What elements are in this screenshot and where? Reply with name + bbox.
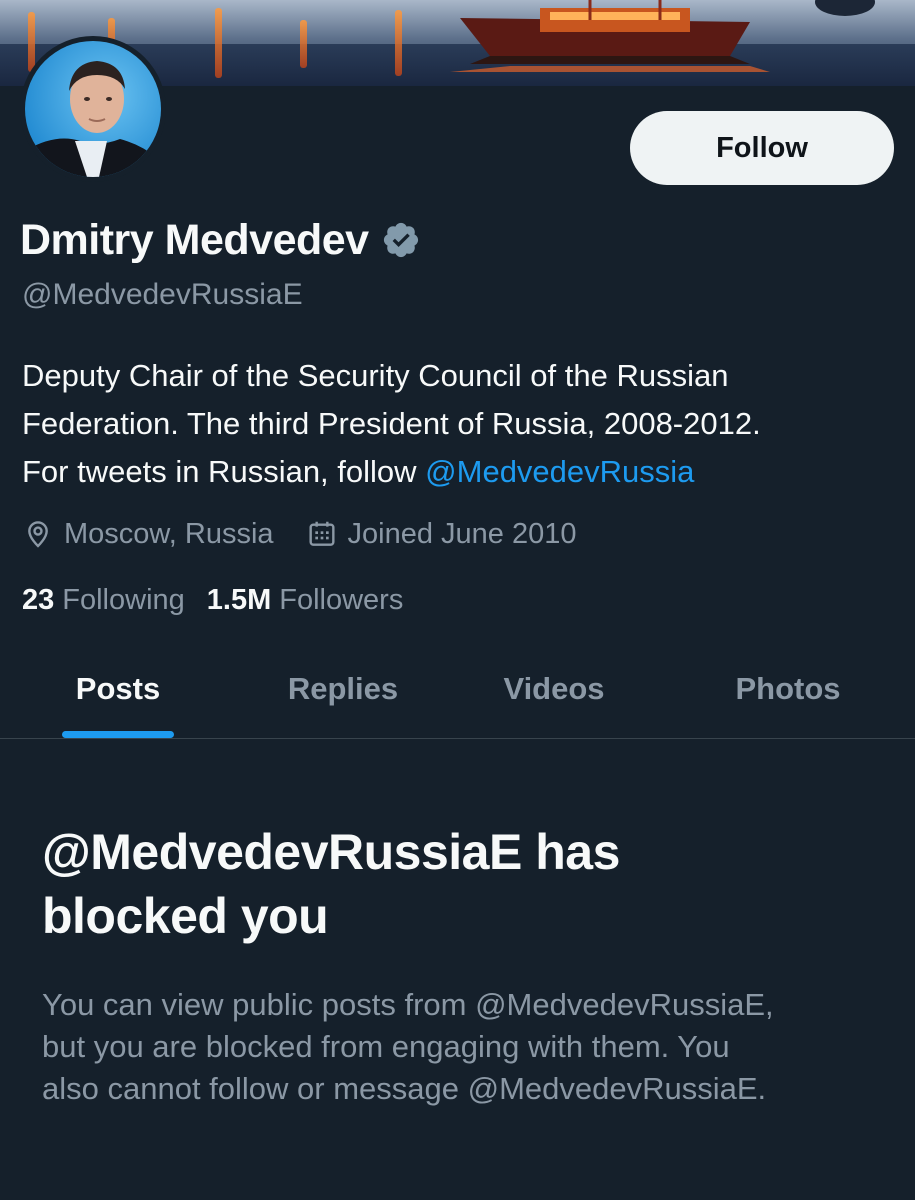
active-tab-indicator (62, 731, 174, 738)
bio-line: For tweets in Russian, follow @MedvedevR… (22, 448, 902, 496)
following-label: Following (62, 583, 185, 616)
bio-line: Federation. The third President of Russi… (22, 406, 761, 441)
verified-badge-icon[interactable] (381, 220, 421, 260)
following-count: 23 (22, 583, 55, 616)
display-name-row: Dmitry Medvedev (20, 210, 421, 270)
tab-photos[interactable]: Photos (698, 640, 878, 738)
followers-label: Followers (279, 583, 404, 616)
banner-shadow (815, 0, 875, 16)
blocked-message-line: also cannot follow or message @MedvedevR… (42, 1071, 767, 1106)
followers-link[interactable]: 1.5M Followers (207, 584, 404, 617)
tab-replies[interactable]: Replies (253, 640, 433, 738)
bio-mention-link[interactable]: @MedvedevRussia (425, 454, 694, 489)
profile-handle: @MedvedevRussiaE (22, 278, 303, 311)
following-link[interactable]: 23 Following (22, 584, 185, 617)
calendar-icon (308, 521, 335, 546)
tab-videos[interactable]: Videos (464, 640, 644, 738)
blocked-message-line: but you are blocked from engaging with t… (42, 1029, 730, 1064)
banner-light (28, 12, 35, 72)
profile-tabs: Posts Replies Videos Photos (0, 640, 915, 739)
followers-count: 1.5M (206, 583, 272, 616)
banner-ship (450, 0, 770, 72)
location: Moscow, Russia (22, 518, 274, 551)
bio-line: Deputy Chair of the Security Council of … (22, 358, 729, 393)
display-name: Dmitry Medvedev (20, 215, 369, 264)
profile-meta: Moscow, Russia Joined June 2010 (22, 512, 577, 556)
banner-light (395, 10, 402, 76)
blocked-title-line: @MedvedevRussiaE has (42, 824, 620, 880)
joined-date: Joined June 2010 (306, 518, 577, 551)
tab-posts[interactable]: Posts (28, 640, 208, 738)
joined-text: Joined June 2010 (347, 517, 577, 550)
profile-bio: Deputy Chair of the Security Council of … (22, 352, 902, 496)
blocked-message: You can view public posts from @Medvedev… (42, 984, 902, 1110)
location-text: Moscow, Russia (64, 517, 274, 550)
blocked-title: @MedvedevRussiaE has blocked you (42, 820, 882, 948)
avatar-photo (25, 41, 161, 177)
follow-button[interactable]: Follow (630, 111, 894, 185)
avatar[interactable] (20, 36, 166, 182)
blocked-message-line: You can view public posts from @Medvedev… (42, 987, 774, 1022)
location-pin-icon (28, 521, 48, 548)
profile-stats: 23 Following 1.5M Followers (22, 578, 403, 622)
banner-light (215, 8, 222, 78)
blocked-title-line: blocked you (42, 888, 329, 944)
banner-light (300, 20, 307, 68)
bio-line-text: For tweets in Russian, follow (22, 454, 426, 489)
